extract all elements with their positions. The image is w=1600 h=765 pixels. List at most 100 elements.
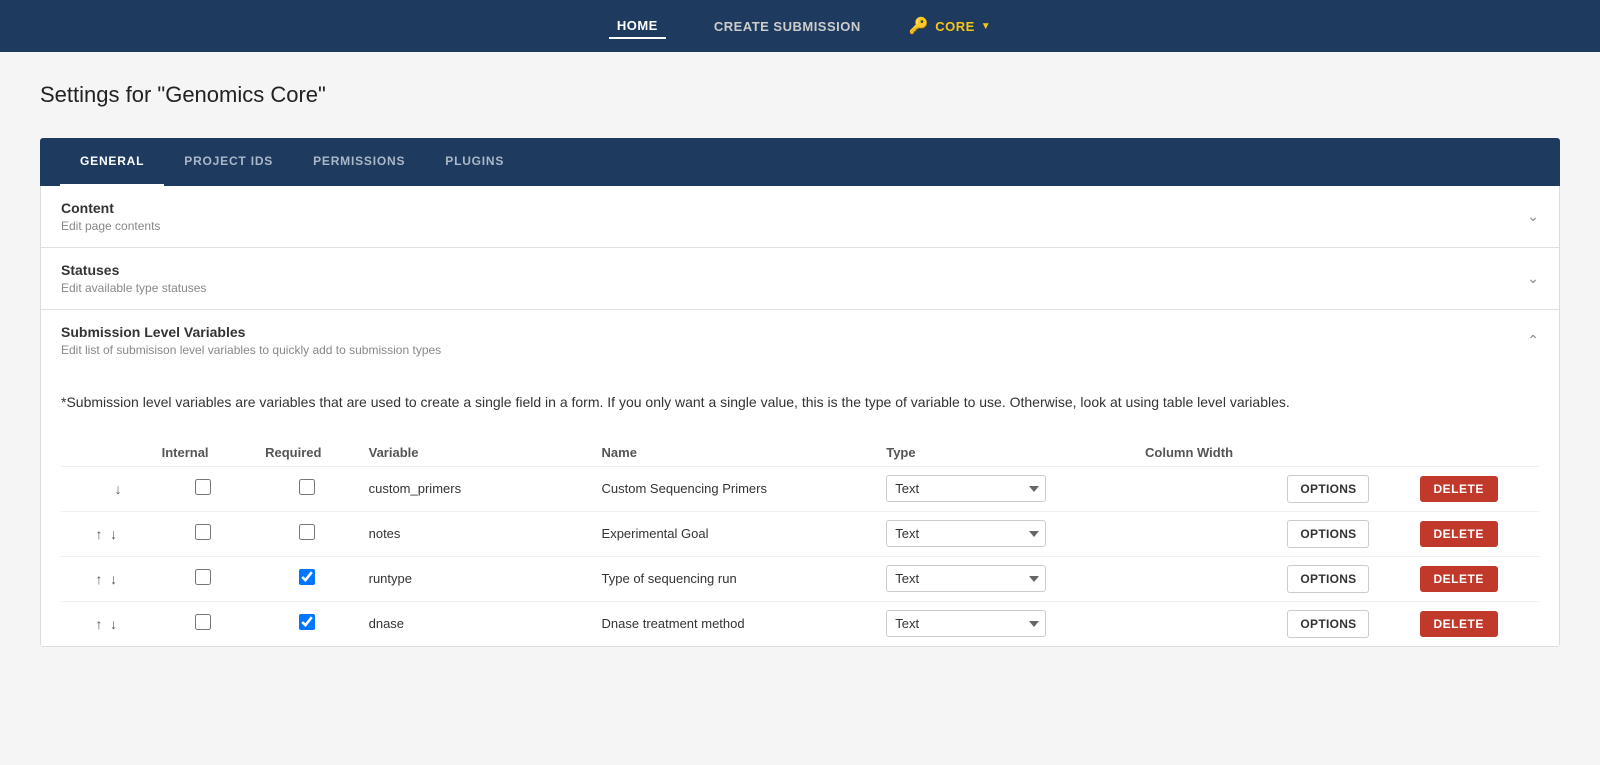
table-row: ↑ ↓ runtypeType of sequencing run Text OPTI… [61,556,1539,601]
variables-table: Internal Required Variable Name Type Col… [61,439,1539,646]
table-row: ↑ ↓ dnaseDnase treatment method Text OPTION… [61,601,1539,646]
cell-name: Dnase treatment method [592,601,877,646]
cell-variable: runtype [359,556,592,601]
cell-internal [152,556,256,601]
cell-variable: custom_primers [359,466,592,511]
cell-column-width [1135,466,1277,511]
cell-name: Type of sequencing run [592,556,877,601]
accordion-content-title: Content [61,200,160,216]
th-column-width: Column Width [1135,439,1277,467]
tab-general[interactable]: GENERAL [60,138,164,186]
down-arrow-btn[interactable]: ↓ [108,614,119,634]
nav-core[interactable]: 🔑 CORE ▼ [909,16,991,36]
tabs-panel: GENERAL PROJECT IDS PERMISSIONS PLUGINS [40,138,1560,186]
options-button[interactable]: OPTIONS [1287,520,1369,548]
type-select[interactable]: Text [886,565,1046,592]
th-arrows [61,439,152,467]
accordion-content-subtitle: Edit page contents [61,219,160,233]
internal-checkbox[interactable] [195,614,211,630]
internal-checkbox[interactable] [195,479,211,495]
cell-type: Text [876,601,1135,646]
cell-required [255,601,359,646]
cell-type: Text [876,556,1135,601]
th-delete [1410,439,1540,467]
nav-home[interactable]: HOME [609,14,666,39]
cell-column-width [1135,556,1277,601]
page-content: Settings for "Genomics Core" GENERAL PRO… [20,52,1580,677]
slv-description: *Submission level variables are variable… [61,391,1539,415]
key-icon: 🔑 [909,16,929,36]
cell-type: Text [876,511,1135,556]
tab-plugins[interactable]: PLUGINS [425,138,524,186]
up-arrow-btn[interactable]: ↑ [93,524,104,544]
cell-required [255,511,359,556]
cell-required [255,466,359,511]
required-checkbox[interactable] [299,479,315,495]
delete-button[interactable]: DELETE [1420,521,1498,547]
cell-arrows: ↑ ↓ [61,601,152,646]
cell-options: OPTIONS [1277,466,1409,511]
up-arrow-btn[interactable]: ↑ [93,569,104,589]
table-row: ↑ ↓ notesExperimental Goal Text OPTIONS DELE… [61,511,1539,556]
delete-button[interactable]: DELETE [1420,611,1498,637]
required-checkbox[interactable] [299,524,315,540]
th-required: Required [255,439,359,467]
cell-required [255,556,359,601]
nav-create-submission[interactable]: CREATE SUBMISSION [706,15,869,38]
nav-core-label: CORE [935,19,975,34]
cell-arrows: ↑ ↓ [61,511,152,556]
up-arrow-btn[interactable]: ↑ [93,614,104,634]
cell-type: Text [876,466,1135,511]
th-name: Name [592,439,877,467]
options-button[interactable]: OPTIONS [1287,610,1369,638]
cell-arrows: ↑ ↓ [61,556,152,601]
cell-delete: DELETE [1410,466,1540,511]
cell-variable: notes [359,511,592,556]
cell-delete: DELETE [1410,601,1540,646]
type-select[interactable]: Text [886,610,1046,637]
down-arrow-btn[interactable]: ↓ [108,524,119,544]
accordion-slv-chevron: ⌃ [1527,332,1539,349]
delete-button[interactable]: DELETE [1420,566,1498,592]
cell-internal [152,466,256,511]
cell-arrows: ↓ [61,466,152,511]
cell-delete: DELETE [1410,556,1540,601]
required-checkbox[interactable] [299,614,315,630]
cell-options: OPTIONS [1277,601,1409,646]
tab-project-ids[interactable]: PROJECT IDS [164,138,293,186]
th-type: Type [876,439,1135,467]
down-arrow-btn[interactable]: ↓ [108,569,119,589]
cell-variable: dnase [359,601,592,646]
page-title: Settings for "Genomics Core" [40,82,1560,108]
cell-delete: DELETE [1410,511,1540,556]
cell-column-width [1135,511,1277,556]
accordion-content[interactable]: Content Edit page contents ⌄ [41,186,1559,248]
options-button[interactable]: OPTIONS [1287,565,1369,593]
delete-button[interactable]: DELETE [1420,476,1498,502]
cell-name: Experimental Goal [592,511,877,556]
accordion-statuses[interactable]: Statuses Edit available type statuses ⌄ [41,248,1559,310]
type-select[interactable]: Text [886,520,1046,547]
accordion-slv-subtitle: Edit list of submisison level variables … [61,343,441,357]
internal-checkbox[interactable] [195,569,211,585]
accordion-slv-title: Submission Level Variables [61,324,441,340]
th-variable: Variable [359,439,592,467]
required-checkbox[interactable] [299,569,315,585]
type-select[interactable]: Text [886,475,1046,502]
settings-card: Content Edit page contents ⌄ Statuses Ed… [40,186,1560,647]
accordion-slv[interactable]: Submission Level Variables Edit list of … [41,310,1559,371]
slv-body: *Submission level variables are variable… [41,371,1559,646]
th-options [1277,439,1409,467]
internal-checkbox[interactable] [195,524,211,540]
accordion-statuses-subtitle: Edit available type statuses [61,281,206,295]
navbar: HOME CREATE SUBMISSION 🔑 CORE ▼ [0,0,1600,52]
cell-options: OPTIONS [1277,511,1409,556]
cell-options: OPTIONS [1277,556,1409,601]
accordion-statuses-title: Statuses [61,262,206,278]
cell-name: Custom Sequencing Primers [592,466,877,511]
tab-permissions[interactable]: PERMISSIONS [293,138,425,186]
down-arrow-btn[interactable]: ↓ [113,479,124,499]
accordion-statuses-chevron: ⌄ [1527,270,1539,287]
options-button[interactable]: OPTIONS [1287,475,1369,503]
cell-internal [152,601,256,646]
